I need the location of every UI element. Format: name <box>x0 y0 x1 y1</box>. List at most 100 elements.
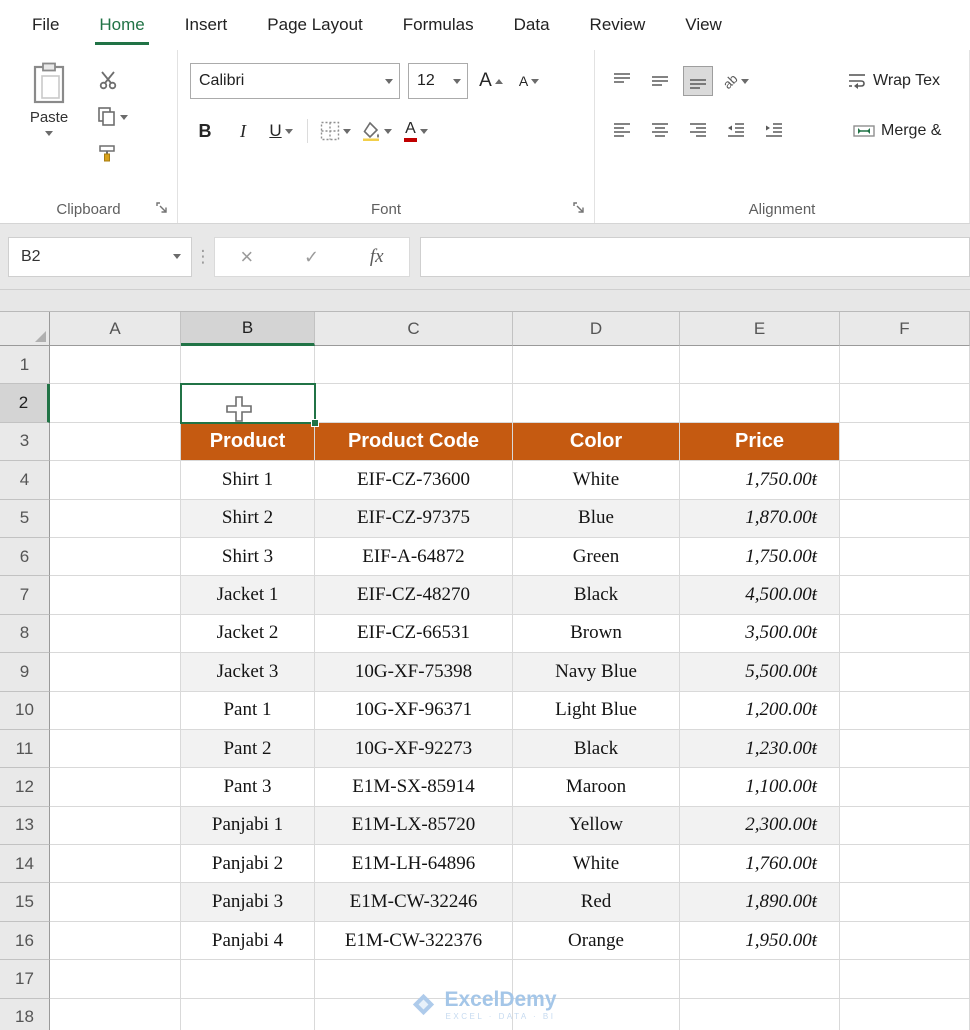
cell-B1[interactable] <box>181 346 315 384</box>
italic-button[interactable]: I <box>228 116 258 146</box>
row-header-10[interactable]: 10 <box>0 692 50 730</box>
cell-A2[interactable] <box>50 384 181 422</box>
cell-E18[interactable] <box>680 999 840 1030</box>
tab-view[interactable]: View <box>665 0 742 50</box>
cell-A14[interactable] <box>50 845 181 883</box>
bottom-align-button[interactable] <box>683 66 713 96</box>
cell-E1[interactable] <box>680 346 840 384</box>
cell-D4[interactable]: White <box>513 461 680 499</box>
cell-A17[interactable] <box>50 960 181 998</box>
cell-D2[interactable] <box>513 384 680 422</box>
font-dialog-launcher[interactable] <box>572 201 586 215</box>
cell-F16[interactable] <box>840 922 970 960</box>
cell-D18[interactable] <box>513 999 680 1030</box>
cell-E3[interactable]: Price <box>680 423 840 461</box>
name-box[interactable]: B2 <box>8 237 192 277</box>
tab-page-layout[interactable]: Page Layout <box>247 0 382 50</box>
row-header-13[interactable]: 13 <box>0 807 50 845</box>
cell-D3[interactable]: Color <box>513 423 680 461</box>
cell-F13[interactable] <box>840 807 970 845</box>
cell-F9[interactable] <box>840 653 970 691</box>
formula-input[interactable] <box>420 237 970 277</box>
grow-font-button[interactable]: A <box>476 66 506 96</box>
cell-B5[interactable]: Shirt 2 <box>181 500 315 538</box>
cell-C11[interactable]: 10G-XF-92273 <box>315 730 513 768</box>
row-header-17[interactable]: 17 <box>0 960 50 998</box>
cell-B2[interactable] <box>181 384 315 422</box>
cell-A16[interactable] <box>50 922 181 960</box>
row-header-1[interactable]: 1 <box>0 346 50 384</box>
cell-B10[interactable]: Pant 1 <box>181 692 315 730</box>
tab-formulas[interactable]: Formulas <box>383 0 494 50</box>
borders-button[interactable] <box>319 116 352 146</box>
cell-D16[interactable]: Orange <box>513 922 680 960</box>
row-header-5[interactable]: 5 <box>0 500 50 538</box>
cell-C10[interactable]: 10G-XF-96371 <box>315 692 513 730</box>
cell-A6[interactable] <box>50 538 181 576</box>
cell-A5[interactable] <box>50 500 181 538</box>
cell-F7[interactable] <box>840 576 970 614</box>
column-header-E[interactable]: E <box>680 312 840 346</box>
cell-D8[interactable]: Brown <box>513 615 680 653</box>
cell-E5[interactable]: 1,870.00ŧ <box>680 500 840 538</box>
cell-C18[interactable] <box>315 999 513 1030</box>
cell-A10[interactable] <box>50 692 181 730</box>
cell-B15[interactable]: Panjabi 3 <box>181 883 315 921</box>
tab-insert[interactable]: Insert <box>165 0 248 50</box>
cell-F1[interactable] <box>840 346 970 384</box>
cell-B6[interactable]: Shirt 3 <box>181 538 315 576</box>
cell-F14[interactable] <box>840 845 970 883</box>
cell-A18[interactable] <box>50 999 181 1030</box>
cell-E10[interactable]: 1,200.00ŧ <box>680 692 840 730</box>
cell-C16[interactable]: E1M-CW-322376 <box>315 922 513 960</box>
tab-home[interactable]: Home <box>79 0 164 50</box>
cell-C2[interactable] <box>315 384 513 422</box>
insert-function-icon[interactable]: fx <box>370 246 384 268</box>
font-size-select[interactable]: 12 <box>408 63 468 99</box>
cell-C5[interactable]: EIF-CZ-97375 <box>315 500 513 538</box>
select-all-button[interactable] <box>0 312 50 346</box>
cell-B14[interactable]: Panjabi 2 <box>181 845 315 883</box>
cell-B9[interactable]: Jacket 3 <box>181 653 315 691</box>
copy-button[interactable] <box>98 105 128 129</box>
cell-E9[interactable]: 5,500.00ŧ <box>680 653 840 691</box>
cell-D9[interactable]: Navy Blue <box>513 653 680 691</box>
format-painter-button[interactable] <box>98 142 128 166</box>
cell-A1[interactable] <box>50 346 181 384</box>
cell-C1[interactable] <box>315 346 513 384</box>
cell-B4[interactable]: Shirt 1 <box>181 461 315 499</box>
align-right-button[interactable] <box>683 116 713 146</box>
cell-E6[interactable]: 1,750.00ŧ <box>680 538 840 576</box>
column-header-A[interactable]: A <box>50 312 181 346</box>
cell-F12[interactable] <box>840 768 970 806</box>
row-header-18[interactable]: 18 <box>0 999 50 1030</box>
increase-indent-button[interactable] <box>759 116 789 146</box>
cell-D12[interactable]: Maroon <box>513 768 680 806</box>
cell-F15[interactable] <box>840 883 970 921</box>
cell-F2[interactable] <box>840 384 970 422</box>
cell-D10[interactable]: Light Blue <box>513 692 680 730</box>
cell-E12[interactable]: 1,100.00ŧ <box>680 768 840 806</box>
cell-B12[interactable]: Pant 3 <box>181 768 315 806</box>
cell-B11[interactable]: Pant 2 <box>181 730 315 768</box>
cell-A13[interactable] <box>50 807 181 845</box>
cancel-icon[interactable]: × <box>240 246 253 268</box>
cell-C14[interactable]: E1M-LH-64896 <box>315 845 513 883</box>
cell-E11[interactable]: 1,230.00ŧ <box>680 730 840 768</box>
cell-C4[interactable]: EIF-CZ-73600 <box>315 461 513 499</box>
tab-data[interactable]: Data <box>494 0 570 50</box>
cell-A15[interactable] <box>50 883 181 921</box>
cell-D7[interactable]: Black <box>513 576 680 614</box>
row-header-9[interactable]: 9 <box>0 653 50 691</box>
font-color-button[interactable]: A <box>401 116 431 146</box>
cell-D11[interactable]: Black <box>513 730 680 768</box>
cell-B7[interactable]: Jacket 1 <box>181 576 315 614</box>
cell-D1[interactable] <box>513 346 680 384</box>
column-header-F[interactable]: F <box>840 312 970 346</box>
cell-E13[interactable]: 2,300.00ŧ <box>680 807 840 845</box>
row-header-4[interactable]: 4 <box>0 461 50 499</box>
cell-D6[interactable]: Green <box>513 538 680 576</box>
cell-B13[interactable]: Panjabi 1 <box>181 807 315 845</box>
decrease-indent-button[interactable] <box>721 116 751 146</box>
cell-B18[interactable] <box>181 999 315 1030</box>
